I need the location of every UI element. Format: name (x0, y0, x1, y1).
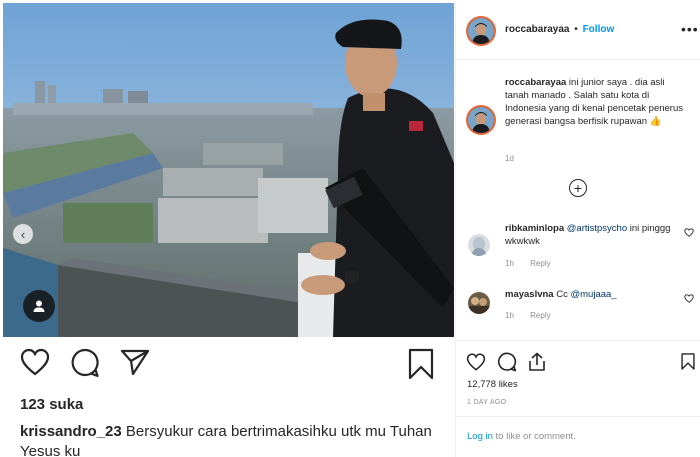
like-heart-icon[interactable] (20, 348, 50, 376)
share-icon[interactable] (120, 348, 150, 376)
owner-caption-username[interactable]: roccabarayaa (505, 77, 566, 88)
comment-mention[interactable]: @mujaaa_ (571, 289, 617, 300)
separator-dot: • (574, 24, 578, 35)
avatar-image (468, 292, 490, 314)
comment-item: mayaslvna Cc @mujaaa_ (505, 288, 675, 301)
comment-prefix: Cc (556, 289, 568, 300)
comment-mention[interactable]: @artistpsycho (567, 223, 627, 234)
post-photo[interactable]: ‹ (3, 3, 454, 337)
comment-like-heart-icon[interactable] (684, 294, 694, 303)
comment-username[interactable]: ribkaminlopa (505, 223, 564, 234)
avatar-image (468, 234, 490, 256)
likes-count[interactable]: 123 suka (20, 396, 83, 413)
comment-meta: 1h Reply (505, 311, 565, 320)
panel-action-bar: 12,778 likes 1 DAY AGO (456, 340, 700, 416)
avatar-image (468, 18, 494, 44)
login-prompt: Log in to like or comment. (456, 416, 700, 457)
login-link[interactable]: Log in (467, 431, 493, 442)
comment-avatar[interactable] (468, 234, 490, 256)
comment-time[interactable]: 1h (505, 311, 514, 320)
owner-caption-meta: 1d (505, 154, 528, 163)
plus-icon: + (573, 180, 583, 196)
post-photo-image (3, 3, 454, 337)
login-prompt-rest: to like or comment. (492, 431, 576, 442)
post-caption: krissandro_23 Bersyukur cara bertrimakas… (20, 422, 440, 457)
comment-icon[interactable] (497, 352, 517, 372)
caption-username[interactable]: krissandro_23 (20, 423, 122, 440)
caption-avatar[interactable] (466, 105, 496, 135)
previous-image-button[interactable]: ‹ (13, 224, 33, 244)
post-header: roccabarayaa • Follow ••• (456, 0, 700, 60)
comment-like-heart-icon[interactable] (684, 228, 694, 237)
avatar[interactable] (466, 16, 496, 46)
comment-icon[interactable] (70, 348, 100, 378)
post-header-user: roccabarayaa • Follow (505, 24, 614, 35)
avatar-image (468, 107, 494, 133)
owner-caption: roccabarayaa ini junior saya . dia asli … (505, 76, 690, 128)
comment-username[interactable]: mayaslvna (505, 289, 554, 300)
more-options-icon[interactable]: ••• (681, 21, 699, 37)
owner-caption-time[interactable]: 1d (505, 154, 514, 163)
save-bookmark-icon[interactable] (681, 352, 695, 371)
post-timestamp[interactable]: 1 DAY AGO (467, 399, 506, 406)
comment-reply-button[interactable]: Reply (530, 259, 550, 268)
panel-likes-count[interactable]: 12,778 likes (467, 379, 518, 390)
login-prompt-text: Log in to like or comment. (467, 431, 576, 442)
comment-reply-button[interactable]: Reply (530, 311, 550, 320)
load-more-comments-button[interactable]: + (569, 179, 587, 197)
comment-avatar[interactable] (468, 292, 490, 314)
chevron-left-icon: ‹ (20, 226, 26, 242)
upload-share-icon[interactable] (528, 352, 546, 372)
tagged-users-button[interactable] (23, 290, 55, 322)
post-action-bar (20, 348, 440, 384)
header-username[interactable]: roccabarayaa (505, 24, 570, 35)
comment-time[interactable]: 1h (505, 259, 514, 268)
user-icon (33, 300, 45, 312)
like-heart-icon[interactable] (466, 353, 486, 371)
comment-item: ribkaminlopa @artistpsycho ini pinggg wk… (505, 222, 675, 248)
save-bookmark-icon[interactable] (408, 348, 434, 380)
comment-meta: 1h Reply (505, 259, 565, 268)
follow-button[interactable]: Follow (583, 24, 615, 35)
post-detail-panel: roccabarayaa • Follow ••• roccabarayaa i… (455, 0, 700, 457)
